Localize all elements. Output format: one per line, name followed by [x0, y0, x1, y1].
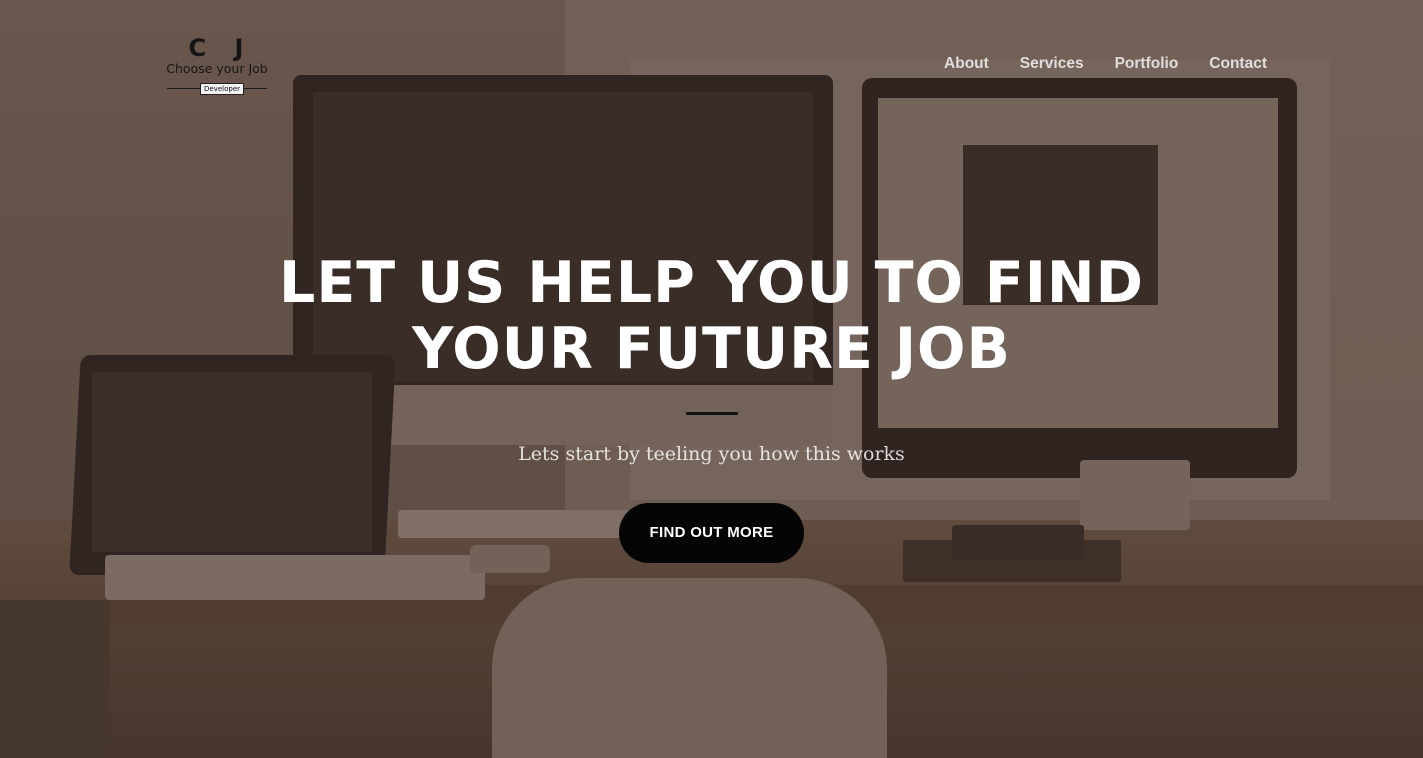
navbar: C J Choose your Job Developer About Serv…	[0, 0, 1423, 120]
nav-link-services[interactable]: Services	[1020, 54, 1084, 74]
main-nav: About Services Portfolio Contact	[913, 54, 1267, 74]
logo-mark: C J	[188, 34, 254, 62]
hero-headline: LET US HELP YOU TO FIND YOUR FUTURE JOB	[262, 250, 1162, 382]
nav-link-about[interactable]: About	[944, 54, 989, 74]
hero-content: LET US HELP YOU TO FIND YOUR FUTURE JOB …	[0, 250, 1423, 563]
brand-logo[interactable]: C J Choose your Job Developer	[162, 34, 272, 95]
hero-headline-line1: LET US HELP YOU TO FIND	[279, 250, 1144, 316]
hero-headline-line2: YOUR FUTURE JOB	[412, 316, 1011, 382]
nav-link-contact[interactable]: Contact	[1209, 54, 1267, 74]
find-out-more-button[interactable]: FIND OUT MORE	[619, 503, 804, 563]
logo-name: Choose your Job	[166, 61, 268, 76]
hero-tagline: Lets start by teeling you how this works	[518, 443, 905, 465]
logo-badge: Developer	[200, 83, 245, 95]
hero-section: C J Choose your Job Developer About Serv…	[0, 0, 1423, 758]
nav-link-portfolio[interactable]: Portfolio	[1115, 54, 1179, 74]
hero-divider	[685, 412, 738, 415]
